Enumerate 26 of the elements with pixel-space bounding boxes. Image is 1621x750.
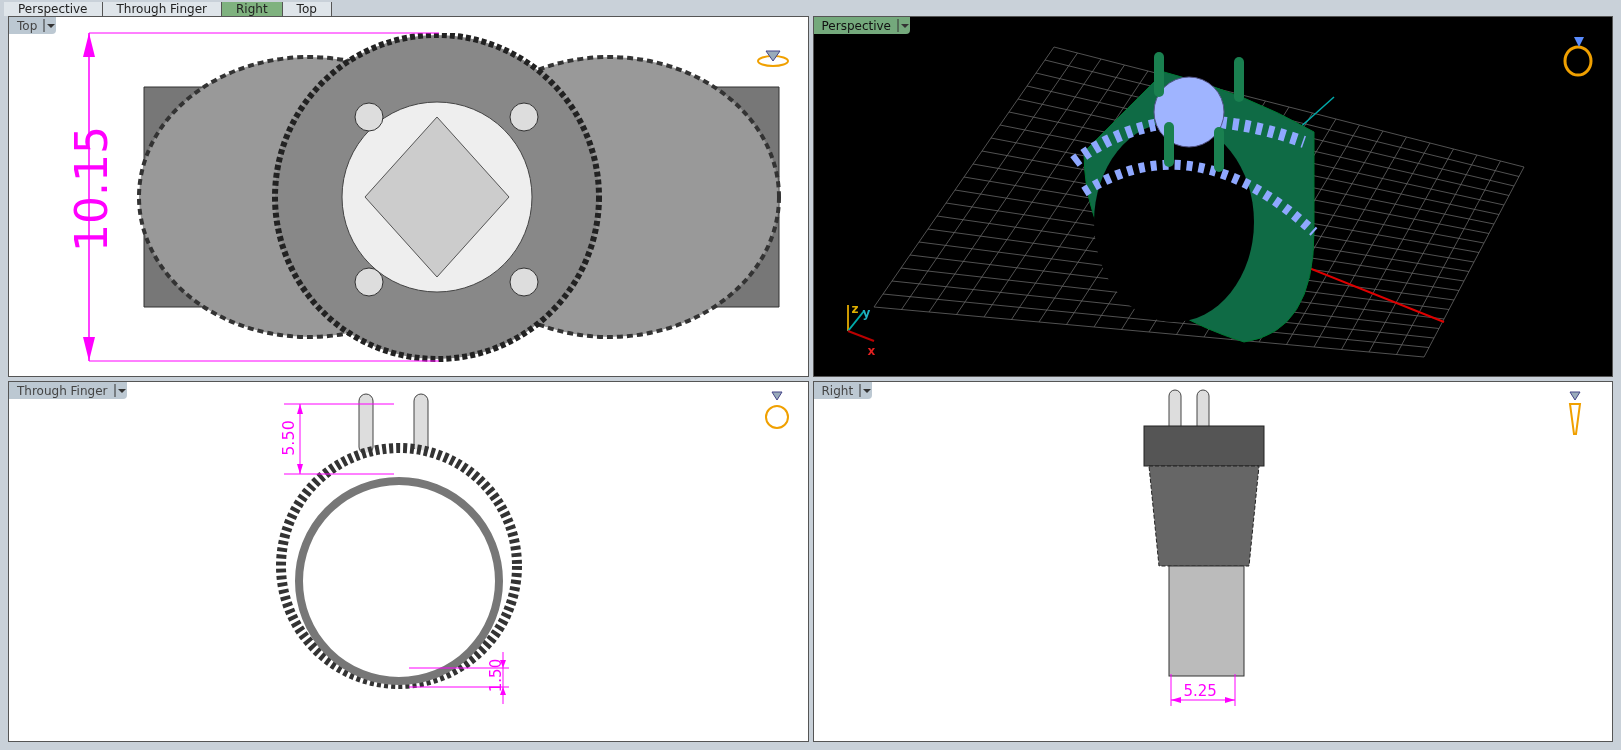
view-tab[interactable]: Through Finger xyxy=(102,2,222,16)
axis-label: y xyxy=(862,307,871,319)
dimension-text: 5.50 xyxy=(280,420,297,456)
viewport-title: Perspective xyxy=(821,18,891,33)
axis-label: z xyxy=(851,303,859,315)
dimension-text: 10.15 xyxy=(70,126,114,252)
ring-icon xyxy=(1568,390,1582,436)
dropdown-icon[interactable] xyxy=(113,383,127,398)
axis-label: x xyxy=(867,345,876,357)
viewport-title: Through Finger xyxy=(17,383,108,398)
dropdown-icon[interactable] xyxy=(859,383,873,398)
dimension-text: 5.25 xyxy=(1183,684,1217,699)
viewport-title: Right xyxy=(821,383,854,398)
ring-icon xyxy=(755,47,790,69)
viewport-label[interactable]: Right xyxy=(813,382,873,399)
viewport-label[interactable]: Top xyxy=(9,17,57,34)
view-tab[interactable]: Right xyxy=(222,2,283,16)
dimension-line xyxy=(1168,674,1239,706)
view-tab[interactable]: Top xyxy=(282,2,332,16)
dimension-text: 1.50 xyxy=(489,658,505,693)
view-tab[interactable]: Perspective xyxy=(4,2,103,16)
viewport-label[interactable]: Through Finger xyxy=(9,382,127,399)
ring-icon xyxy=(763,390,790,432)
dropdown-icon[interactable] xyxy=(43,18,57,33)
viewport-label[interactable]: Perspective xyxy=(813,17,910,34)
viewport-title: Top xyxy=(17,18,38,33)
